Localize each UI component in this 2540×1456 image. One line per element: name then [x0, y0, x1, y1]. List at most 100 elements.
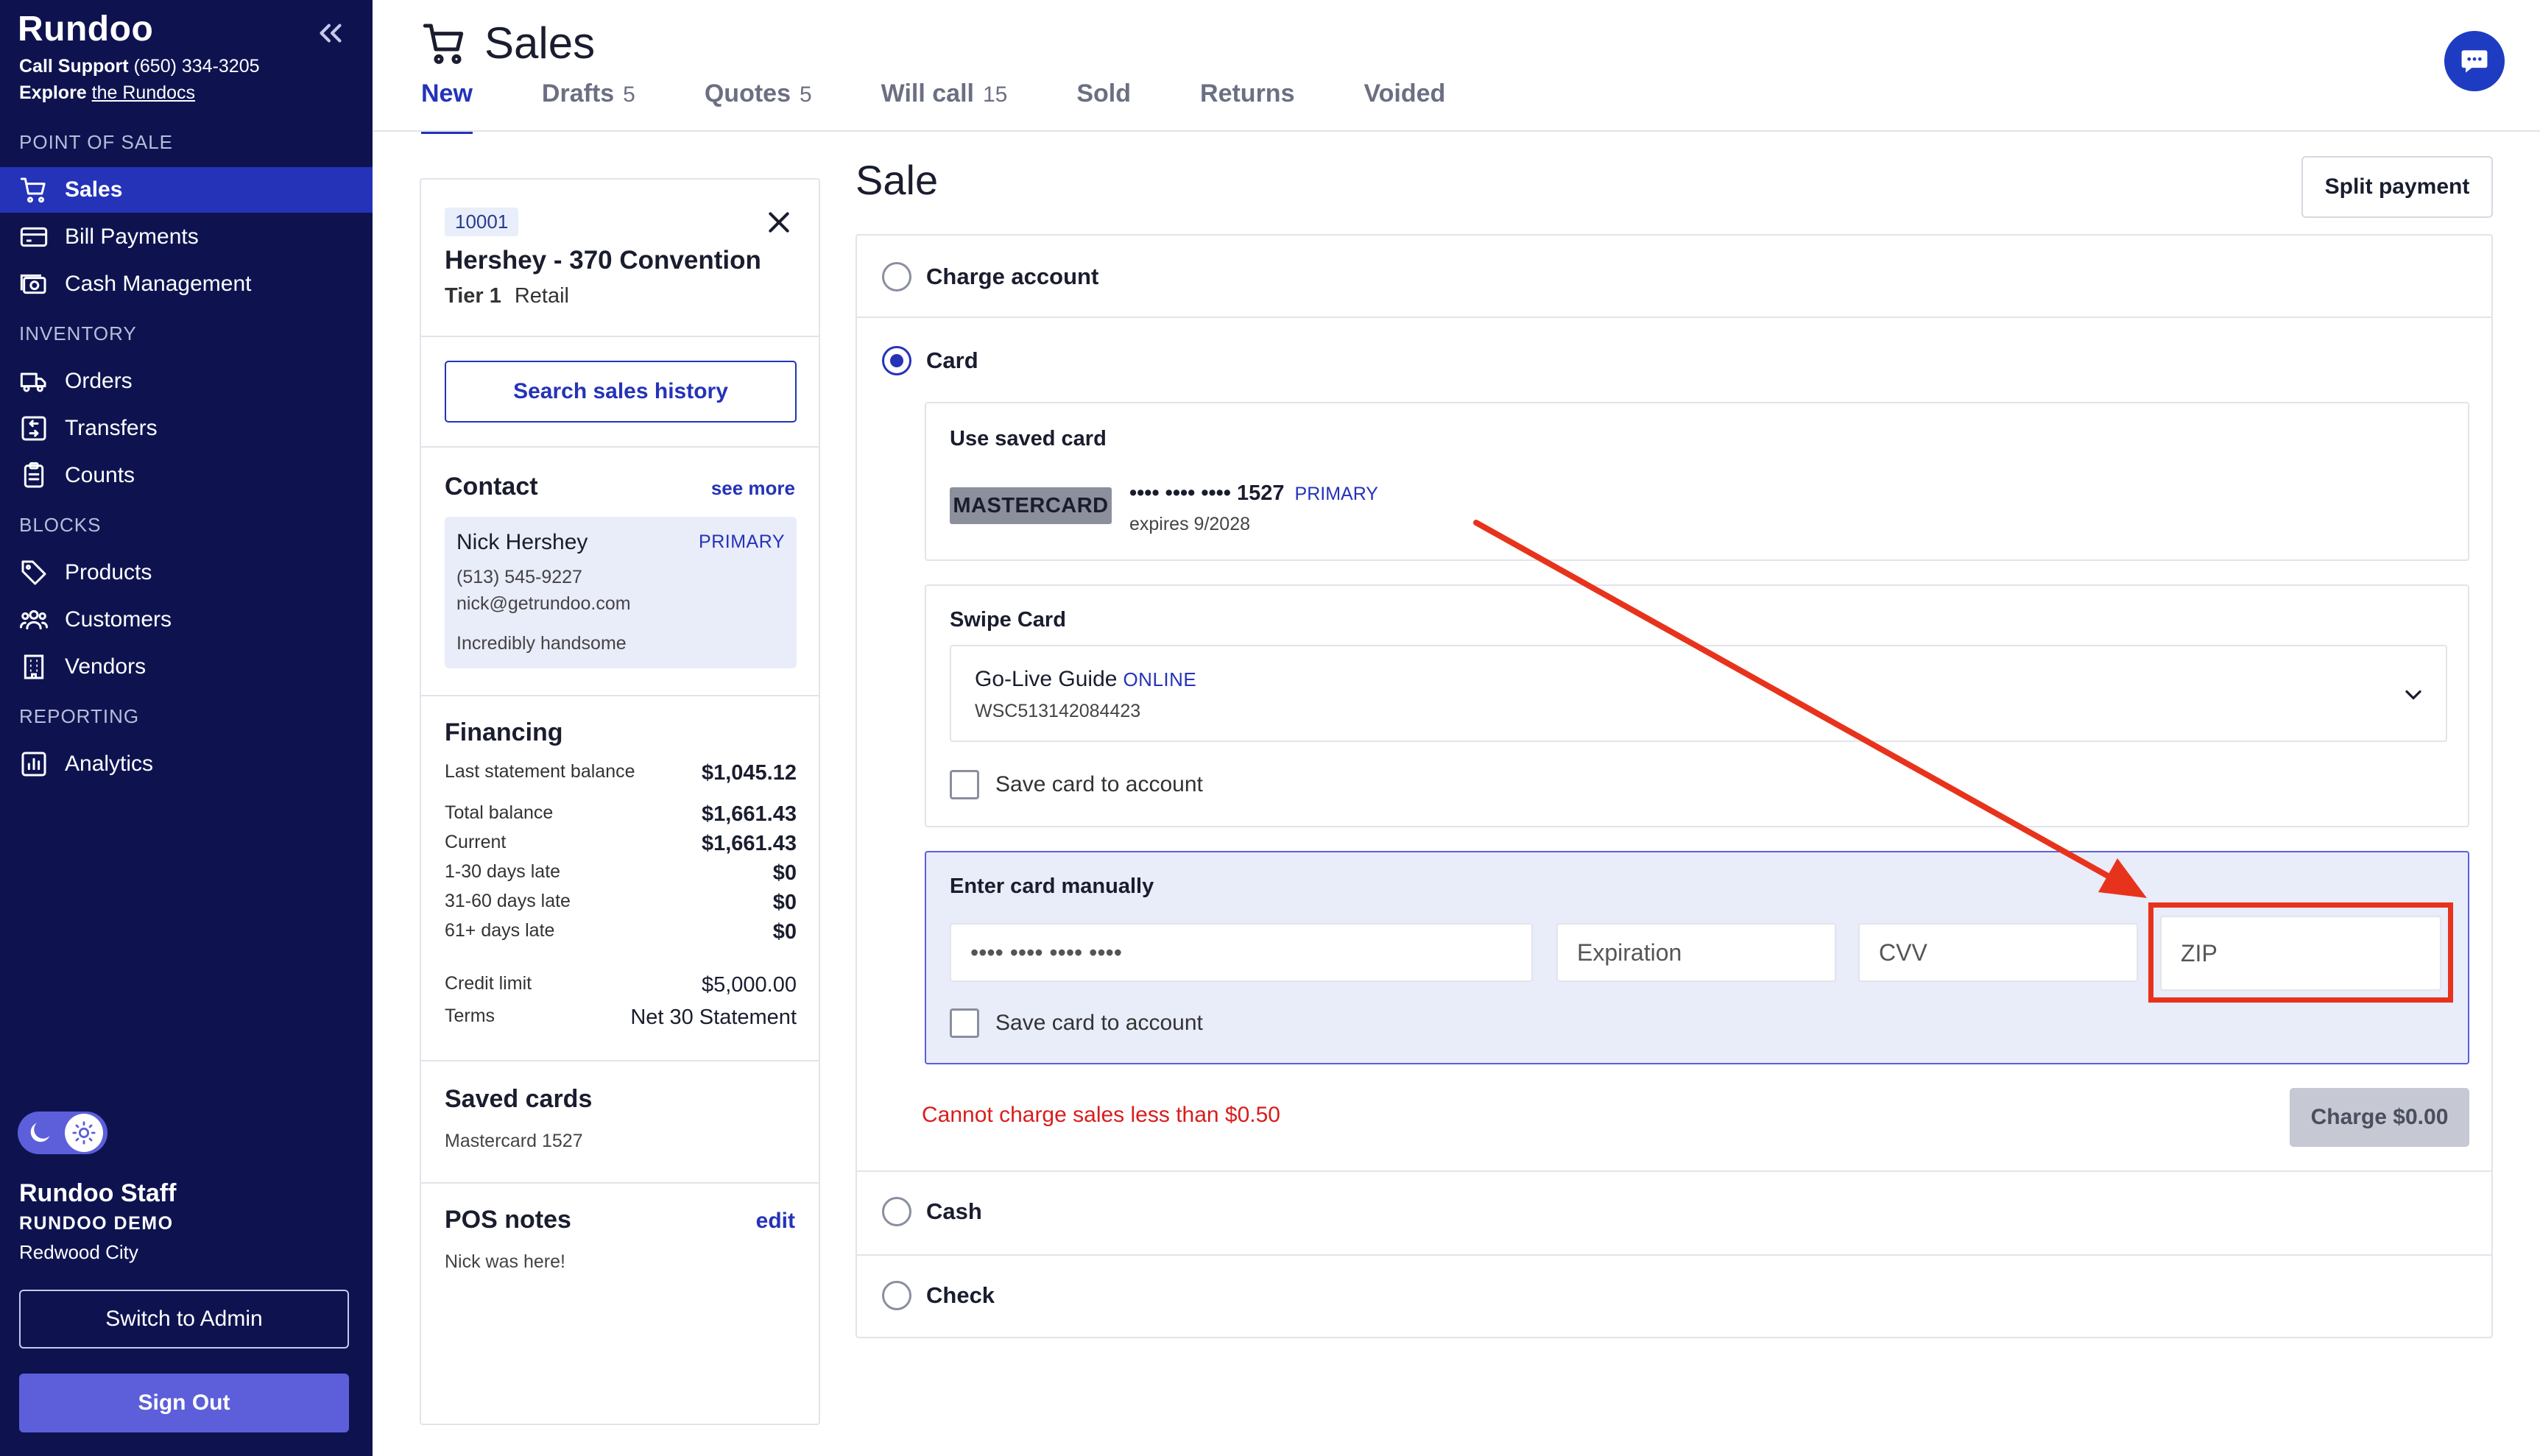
see-more-link[interactable]: see more — [711, 477, 795, 500]
pos-notes-text: Nick was here! — [445, 1251, 565, 1272]
sidebar-item-sales[interactable]: Sales — [0, 167, 373, 213]
zip-highlight-box — [2148, 902, 2453, 1003]
reader-device: Go-Live Guide — [975, 667, 1118, 691]
financing-value: $1,045.12 — [701, 761, 797, 785]
close-icon[interactable] — [764, 208, 794, 237]
sidebar-item-analytics[interactable]: Analytics — [0, 741, 373, 787]
tab-returns[interactable]: Returns — [1178, 79, 1316, 132]
collapse-sidebar-icon[interactable] — [312, 15, 349, 52]
chat-button[interactable] — [2444, 31, 2505, 91]
charge-button[interactable]: Charge $0.00 — [2290, 1088, 2469, 1147]
card-reader-select[interactable]: Go-Live Guide ONLINE WSC513142084423 — [950, 645, 2447, 742]
radio-button[interactable] — [882, 262, 911, 291]
support-phone[interactable]: (650) 334-3205 — [134, 56, 260, 77]
rundocs-link[interactable]: the Rundocs — [92, 82, 195, 103]
primary-badge: PRIMARY — [699, 531, 785, 552]
financing-value: $0 — [772, 891, 797, 914]
card-number-input[interactable] — [950, 923, 1533, 982]
sidebar-item-label: Products — [65, 560, 152, 584]
tab-count: 5 — [799, 82, 812, 107]
moon-icon — [30, 1123, 50, 1142]
edit-notes-link[interactable]: edit — [756, 1209, 795, 1234]
financing-label: 31-60 days late — [445, 891, 571, 911]
cash-option[interactable]: Cash — [882, 1197, 982, 1226]
divider — [421, 446, 819, 448]
cart-icon — [423, 23, 464, 64]
card-option[interactable]: Card — [882, 346, 978, 375]
users-icon — [20, 609, 48, 630]
tab-will-call[interactable]: Will call 15 — [859, 79, 1030, 132]
customer-tier: Tier 1 Retail — [445, 284, 569, 308]
checkbox[interactable] — [950, 770, 979, 799]
sidebar-item-orders[interactable]: Orders — [0, 358, 373, 404]
charge-account-option[interactable]: Charge account — [882, 262, 1098, 291]
sidebar-item-label: Vendors — [65, 654, 147, 679]
financing-label: 1-30 days late — [445, 861, 561, 882]
card-number: •••• •••• •••• 1527 — [1129, 481, 1285, 505]
financing-row: Total balance $1,661.43 — [445, 802, 797, 827]
switch-to-admin-button[interactable]: Switch to Admin — [19, 1290, 349, 1349]
sidebar-item-bill-payments[interactable]: Bill Payments — [0, 214, 373, 260]
explore-label: Explore — [19, 82, 87, 103]
sidebar-item-customers[interactable]: Customers — [0, 597, 373, 643]
divider — [857, 1170, 2491, 1172]
sidebar-item-vendors[interactable]: Vendors — [0, 644, 373, 690]
tab-label: Quotes — [704, 79, 791, 107]
customer-name: Hershey - 370 Convention — [445, 246, 761, 275]
tier-label: Tier 1 — [445, 284, 501, 308]
sidebar-item-products[interactable]: Products — [0, 550, 373, 596]
customer-id-badge: 10001 — [445, 208, 519, 236]
financing-row: Last statement balance $1,045.12 — [445, 761, 797, 785]
swipe-save-card-checkbox[interactable]: Save card to account — [950, 770, 1203, 799]
split-payment-button[interactable]: Split payment — [2301, 156, 2493, 218]
payment-methods: Charge account Card Use saved card MASTE… — [856, 234, 2493, 1338]
sun-icon — [72, 1121, 96, 1145]
sidebar-item-counts[interactable]: Counts — [0, 453, 373, 498]
credit-limit-label: Credit limit — [445, 973, 532, 994]
sign-out-button[interactable]: Sign Out — [19, 1374, 349, 1432]
terms-label: Terms — [445, 1006, 495, 1026]
expiration-input[interactable] — [1556, 923, 1836, 982]
sidebar-item-label: Customers — [65, 607, 172, 632]
divider — [421, 336, 819, 337]
financing-value: $1,661.43 — [701, 802, 797, 826]
tab-drafts[interactable]: Drafts 5 — [520, 79, 657, 132]
sale-heading: Sale — [856, 157, 939, 203]
tab-sold[interactable]: Sold — [1054, 79, 1153, 132]
contact-email: nick@getrundoo.com — [456, 593, 631, 614]
manual-save-card-checkbox[interactable]: Save card to account — [950, 1008, 1203, 1038]
tab-voided[interactable]: Voided — [1341, 79, 1467, 132]
support-label: Call Support — [19, 56, 129, 77]
terms-value: Net 30 Statement — [630, 1006, 797, 1029]
option-label: Check — [926, 1282, 995, 1308]
tab-label: Will call — [881, 79, 974, 107]
contact-note: Incredibly handsome — [456, 633, 627, 654]
cvv-input[interactable] — [1858, 923, 2138, 982]
theme-toggle[interactable] — [18, 1112, 107, 1154]
check-option[interactable]: Check — [882, 1281, 995, 1310]
financing-row: 31-60 days late $0 — [445, 891, 797, 915]
saved-card-box[interactable]: Use saved card MASTERCARD •••• •••• ••••… — [925, 402, 2469, 561]
sidebar-item-label: Analytics — [65, 752, 154, 776]
radio-button-selected[interactable] — [882, 346, 911, 375]
section-label-pos: POINT OF SALE — [19, 131, 174, 153]
sidebar-item-cash-management[interactable]: Cash Management — [0, 261, 373, 307]
contact-name: Nick Hershey — [456, 530, 588, 554]
sales-tabs: New Drafts 5 Quotes 5 Will call 15 Sold Ret… — [420, 79, 1514, 134]
sidebar-item-transfers[interactable]: Transfers — [0, 406, 373, 451]
radio-button[interactable] — [882, 1281, 911, 1310]
use-saved-card-heading: Use saved card — [950, 427, 1107, 450]
section-label-inventory: INVENTORY — [19, 322, 137, 344]
charge-error-message: Cannot charge sales less than $0.50 — [922, 1103, 1280, 1127]
contact-phone: (513) 545-9227 — [456, 567, 582, 587]
chat-icon — [2461, 50, 2488, 73]
radio-button[interactable] — [882, 1197, 911, 1226]
financing-label: Last statement balance — [445, 761, 635, 782]
checkbox[interactable] — [950, 1008, 979, 1038]
tab-new[interactable]: New — [399, 79, 495, 134]
sidebar-item-label: Sales — [65, 177, 123, 202]
contact-card[interactable]: Nick Hershey PRIMARY (513) 545-9227 nick… — [445, 517, 797, 668]
search-sales-history-button[interactable]: Search sales history — [445, 361, 797, 423]
transfer-icon — [21, 416, 46, 441]
tab-quotes[interactable]: Quotes 5 — [682, 79, 834, 132]
